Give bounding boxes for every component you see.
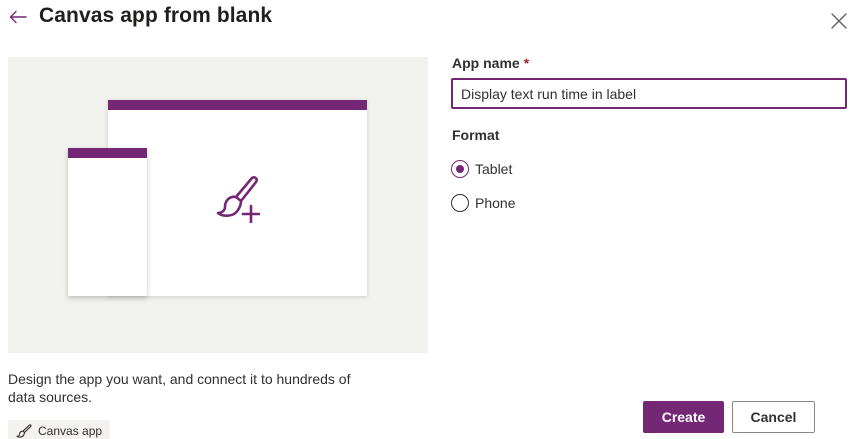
page-title: Canvas app from blank [39, 4, 273, 27]
close-button[interactable] [828, 10, 850, 32]
arrow-left-icon [9, 10, 27, 24]
radio-button-checked[interactable] [451, 160, 469, 178]
canvas-app-illustration [8, 57, 428, 353]
app-name-label-text: App name [452, 55, 520, 71]
window-header-bar [68, 148, 147, 158]
format-option-tablet[interactable]: Tablet [451, 160, 512, 178]
description-text: Design the app you want, and connect it … [8, 371, 351, 405]
app-name-label: App name * [452, 55, 529, 71]
canvas-app-tag: Canvas app [8, 420, 111, 439]
back-button[interactable] [6, 5, 30, 29]
create-button[interactable]: Create [643, 401, 724, 433]
tag-label: Canvas app [38, 424, 103, 438]
cancel-button[interactable]: Cancel [732, 401, 815, 433]
format-label: Format [452, 127, 500, 143]
paintbrush-add-icon [216, 176, 261, 223]
app-name-input[interactable] [451, 78, 847, 109]
close-icon [831, 13, 847, 29]
window-header-bar [108, 100, 367, 110]
paintbrush-icon [16, 424, 32, 438]
format-option-phone[interactable]: Phone [451, 194, 515, 212]
required-marker: * [523, 55, 530, 71]
format-option-label: Tablet [475, 161, 513, 177]
phone-window-illustration [68, 148, 147, 296]
format-option-label: Phone [475, 195, 516, 211]
create-canvas-app-dialog: Canvas app from blank Design the app you… [0, 0, 850, 439]
radio-button-unchecked[interactable] [451, 194, 469, 212]
